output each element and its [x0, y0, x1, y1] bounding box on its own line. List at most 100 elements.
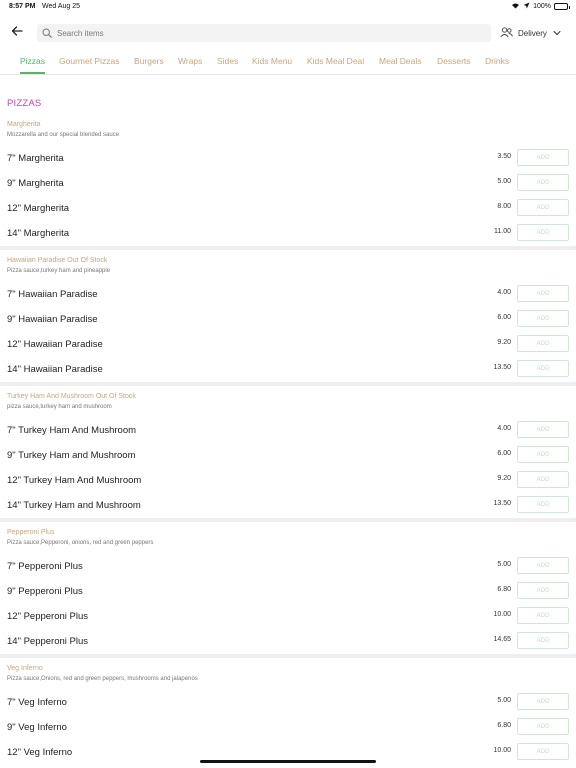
- status-indicators: 100%: [511, 2, 570, 11]
- menu-item-price: 8.00: [497, 203, 511, 210]
- group-divider: [0, 654, 576, 658]
- delivery-label: Delivery: [518, 28, 547, 38]
- menu-item-name: 9" Turkey Ham and Mushroom: [7, 450, 136, 461]
- chevron-down-icon: [553, 29, 561, 38]
- menu-item-price: 9.20: [497, 339, 511, 346]
- top-bar: Delivery: [0, 22, 576, 44]
- add-button[interactable]: ADD: [517, 149, 569, 166]
- tab-wraps[interactable]: Wraps: [178, 54, 202, 74]
- search-bar[interactable]: [37, 24, 491, 42]
- group-name: Margherita: [7, 121, 41, 128]
- wifi-icon: [511, 2, 520, 11]
- group-name: Hawaiian Paradise Out Of Stock: [7, 257, 108, 264]
- add-button[interactable]: ADD: [517, 421, 569, 438]
- menu-item-price: 4.00: [497, 425, 511, 432]
- group-description: Pizza sauce,Onions, red and green pepper…: [7, 676, 198, 682]
- menu-item-name: 12" Turkey Ham And Mushroom: [7, 475, 142, 486]
- add-button[interactable]: ADD: [517, 335, 569, 352]
- menu-item-price: 6.80: [497, 722, 511, 729]
- group-divider: [0, 518, 576, 522]
- menu-item-price: 13.50: [493, 364, 511, 371]
- add-button[interactable]: ADD: [517, 582, 569, 599]
- group-divider: [0, 382, 576, 386]
- menu-item-price: 14.65: [493, 636, 511, 643]
- arrow-left-icon: [11, 24, 23, 42]
- add-button[interactable]: ADD: [517, 607, 569, 624]
- menu-item-price: 6.00: [497, 450, 511, 457]
- menu-item-price: 9.20: [497, 475, 511, 482]
- menu-item-name: 12" Veg Inferno: [7, 747, 73, 758]
- tab-pizzas[interactable]: Pizzas: [20, 54, 46, 74]
- back-button[interactable]: [9, 25, 25, 41]
- add-button[interactable]: ADD: [517, 174, 569, 191]
- search-icon: [42, 27, 54, 39]
- menu-item-name: 14" Hawaiian Paradise: [7, 364, 103, 375]
- add-button[interactable]: ADD: [517, 360, 569, 377]
- menu-item-name: 7" Turkey Ham And Mushroom: [7, 425, 137, 436]
- menu-item-name: 14" Turkey Ham and Mushroom: [7, 500, 141, 511]
- group-description: Pizza sauce,turkey ham and pineapple: [7, 268, 111, 274]
- menu-item-name: 14" Pepperoni Plus: [7, 636, 89, 647]
- home-indicator[interactable]: [200, 760, 376, 763]
- add-button[interactable]: ADD: [517, 471, 569, 488]
- menu-item-price: 10.00: [493, 747, 511, 754]
- battery-icon: [554, 3, 570, 10]
- add-button[interactable]: ADD: [517, 557, 569, 574]
- add-button[interactable]: ADD: [517, 693, 569, 710]
- tab-meal-deals[interactable]: Meal Deals: [379, 54, 422, 74]
- tab-burgers[interactable]: Burgers: [134, 54, 164, 74]
- menu-item-price: 3.50: [497, 153, 511, 160]
- menu-item-name: 9" Pepperoni Plus: [7, 586, 83, 597]
- group-divider: [0, 246, 576, 250]
- menu-item-name: 9" Margherita: [7, 178, 64, 189]
- add-button[interactable]: ADD: [517, 446, 569, 463]
- menu-item-name: 7" Pepperoni Plus: [7, 561, 83, 572]
- menu-item-price: 6.80: [497, 586, 511, 593]
- add-button[interactable]: ADD: [517, 224, 569, 241]
- add-button[interactable]: ADD: [517, 718, 569, 735]
- menu-item-name: 12" Pepperoni Plus: [7, 611, 89, 622]
- tab-drinks[interactable]: Drinks: [485, 54, 509, 74]
- add-button[interactable]: ADD: [517, 743, 569, 760]
- add-button[interactable]: ADD: [517, 496, 569, 513]
- menu-item-price: 13.50: [493, 500, 511, 507]
- status-bar: 8:57 PM Wed Aug 25 100%: [0, 0, 576, 14]
- menu-item-name: 7" Hawaiian Paradise: [7, 289, 98, 300]
- menu-item-name: 7" Margherita: [7, 153, 64, 164]
- group-name: Pepperoni Plus: [7, 529, 55, 536]
- tab-sides[interactable]: Sides: [217, 54, 238, 74]
- group-description: pizza sauce,turkey ham and mushroom: [7, 404, 112, 410]
- menu-item-name: 9" Hawaiian Paradise: [7, 314, 98, 325]
- tab-gourmet-pizzas[interactable]: Gourmet Pizzas: [59, 54, 119, 74]
- group-name: Veg Inferno: [7, 665, 43, 672]
- group-description: Pizza sauce,Pepperoni, onions, red and g…: [7, 540, 154, 546]
- tab-desserts[interactable]: Desserts: [437, 54, 471, 74]
- menu-item-price: 5.00: [497, 697, 511, 704]
- add-button[interactable]: ADD: [517, 632, 569, 649]
- group-name: Turkey Ham And Mushroom Out Of Stock: [7, 393, 136, 400]
- add-button[interactable]: ADD: [517, 199, 569, 216]
- tab-kids-menu[interactable]: Kids Menu: [252, 54, 292, 74]
- menu-item-name: 12" Hawaiian Paradise: [7, 339, 103, 350]
- menu-item-name: 7" Veg Inferno: [7, 697, 67, 708]
- delivery-selector[interactable]: Delivery: [500, 24, 561, 42]
- search-input[interactable]: [57, 28, 477, 38]
- add-button[interactable]: ADD: [517, 285, 569, 302]
- menu-item-name: 12" Margherita: [7, 203, 69, 214]
- menu-item-price: 5.00: [497, 178, 511, 185]
- battery-percent: 100%: [533, 3, 551, 10]
- users-icon: [500, 26, 513, 40]
- status-time: 8:57 PM: [9, 3, 36, 10]
- menu-item-name: 14" Margherita: [7, 228, 69, 239]
- category-tabs: Pizzas Gourmet Pizzas Burgers Wraps Side…: [0, 54, 576, 75]
- menu-item-price: 5.00: [497, 561, 511, 568]
- menu-item-name: 9" Veg Inferno: [7, 722, 67, 733]
- menu-item-price: 6.00: [497, 314, 511, 321]
- location-arrow-icon: [523, 2, 530, 11]
- menu-item-price: 11.00: [494, 228, 511, 235]
- menu-item-price: 4.00: [497, 289, 511, 296]
- group-description: Mozzarella and our special blended sauce: [7, 132, 120, 138]
- tab-kids-meal-deal[interactable]: Kids Meal Deal: [307, 54, 364, 74]
- section-title: PIZZAS: [7, 98, 42, 109]
- add-button[interactable]: ADD: [517, 310, 569, 327]
